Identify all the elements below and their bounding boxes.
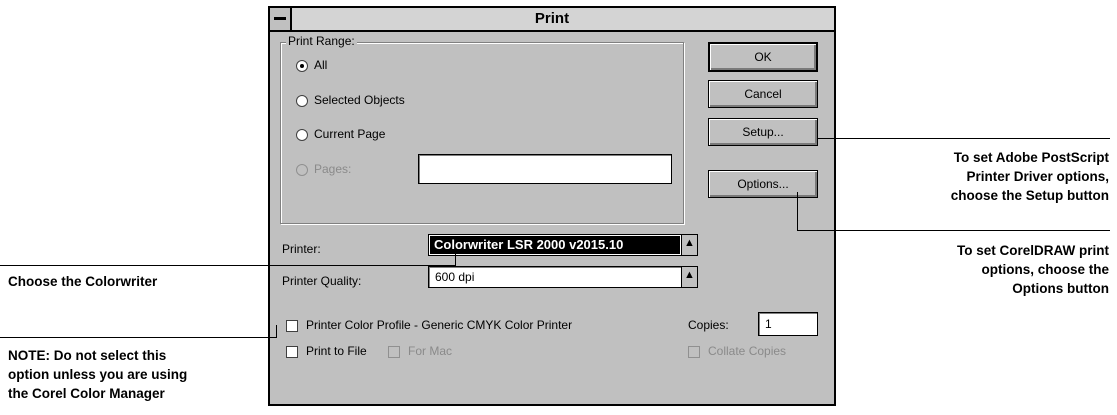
radio-selected-objects-label[interactable]: Selected Objects bbox=[314, 93, 405, 107]
options-callout-line bbox=[797, 230, 1110, 231]
options-callout-line-3: Options button bbox=[1012, 281, 1109, 296]
radio-pages-label: Pages: bbox=[314, 162, 352, 176]
radio-all[interactable] bbox=[296, 60, 308, 72]
choose-colorwriter-callout: Choose the Colorwriter bbox=[8, 274, 158, 289]
printer-callout-line bbox=[0, 265, 456, 266]
for-mac-checkbox bbox=[388, 346, 400, 358]
radio-current-page[interactable] bbox=[296, 129, 308, 141]
ok-button[interactable]: OK bbox=[708, 42, 818, 72]
setup-button[interactable]: Setup... bbox=[708, 118, 818, 146]
print-dialog: Print Print Range: All Selected Objects … bbox=[268, 6, 836, 406]
copies-input[interactable]: 1 bbox=[758, 312, 818, 336]
printer-select[interactable]: Colorwriter LSR 2000 v2015.10 ▲ bbox=[428, 234, 698, 256]
radio-pages bbox=[296, 164, 308, 176]
setup-callout-line-3: choose the Setup button bbox=[950, 188, 1109, 203]
setup-callout-line-2: Printer Driver options, bbox=[966, 169, 1109, 184]
copies-label: Copies: bbox=[688, 318, 729, 332]
for-mac-label: For Mac bbox=[408, 344, 453, 358]
color-profile-label[interactable]: Printer Color Profile - Generic CMYK Col… bbox=[306, 318, 572, 332]
options-callout-line-1: To set CorelDRAW print bbox=[956, 243, 1109, 258]
copies-value: 1 bbox=[765, 317, 772, 331]
setup-callout-line bbox=[818, 138, 1110, 139]
printer-quality-select[interactable]: 600 dpi ▲ bbox=[428, 266, 698, 288]
printer-quality-value: 600 dpi bbox=[435, 270, 475, 284]
setup-callout-line-1: To set Adobe PostScript bbox=[953, 150, 1109, 165]
printer-quality-dropdown-arrow-icon[interactable]: ▲ bbox=[681, 267, 697, 287]
printer-select-value: Colorwriter LSR 2000 v2015.10 bbox=[430, 236, 680, 254]
note-callout: NOTE: Do not select this option unless y… bbox=[8, 346, 187, 403]
radio-current-page-label[interactable]: Current Page bbox=[314, 127, 385, 141]
note-line-2: option unless you are using bbox=[8, 367, 188, 382]
color-profile-checkbox[interactable] bbox=[286, 320, 298, 332]
printer-quality-label: Printer Quality: bbox=[282, 274, 362, 288]
dialog-title: Print bbox=[534, 10, 570, 27]
title-bar: Print bbox=[270, 8, 834, 32]
printer-label: Printer: bbox=[282, 242, 321, 256]
options-callout-vline bbox=[797, 192, 798, 230]
collate-label: Collate Copies bbox=[708, 344, 787, 358]
note-line-3: the Corel Color Manager bbox=[8, 386, 165, 401]
printer-dropdown-arrow-icon[interactable]: ▲ bbox=[681, 235, 697, 255]
options-button[interactable]: Options... bbox=[708, 170, 818, 198]
pages-input[interactable] bbox=[418, 154, 672, 184]
radio-selected-objects[interactable] bbox=[296, 95, 308, 107]
setup-callout: To set Adobe PostScript Printer Driver o… bbox=[951, 148, 1109, 205]
options-callout-line-2: options, choose the bbox=[981, 262, 1109, 277]
printer-callout-vline bbox=[455, 252, 456, 265]
note-line-1: NOTE: Do not select this bbox=[8, 348, 167, 363]
collate-checkbox bbox=[688, 346, 700, 358]
print-to-file-label[interactable]: Print to File bbox=[306, 344, 367, 358]
print-to-file-checkbox[interactable] bbox=[286, 346, 298, 358]
radio-all-label[interactable]: All bbox=[314, 58, 327, 72]
profile-callout-vline bbox=[276, 325, 277, 337]
profile-callout-line bbox=[0, 337, 277, 338]
cancel-button[interactable]: Cancel bbox=[708, 80, 818, 108]
options-callout: To set CorelDRAW print options, choose t… bbox=[957, 241, 1109, 298]
print-range-label: Print Range: bbox=[286, 34, 357, 48]
